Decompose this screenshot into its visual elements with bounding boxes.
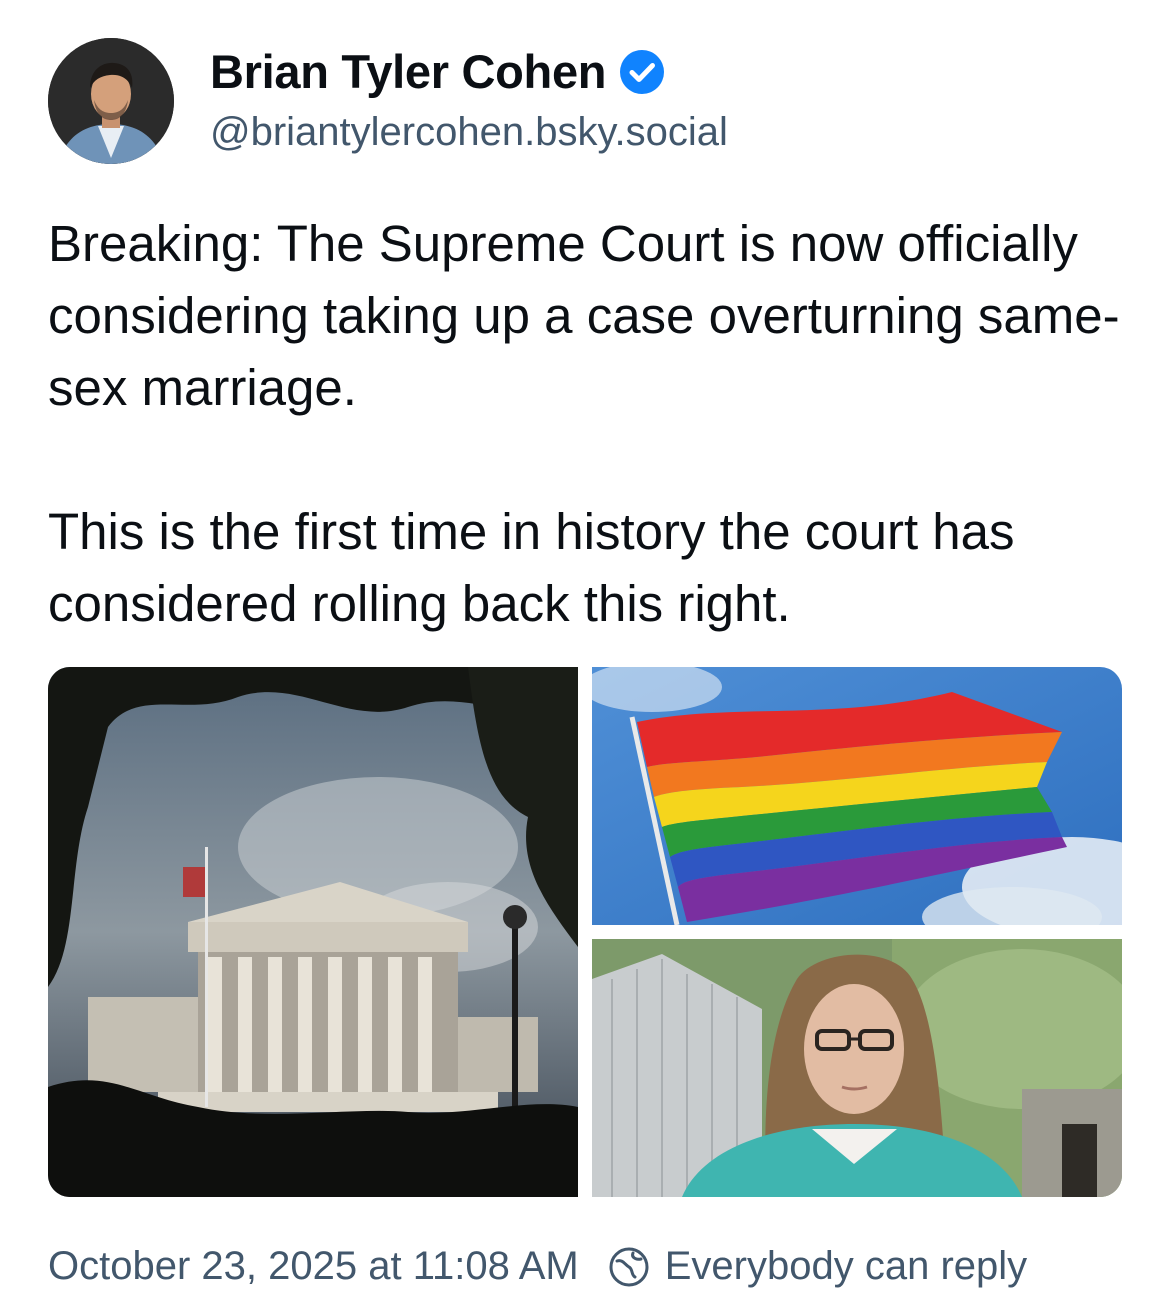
post-card: Brian Tyler Cohen @briantylercohen.bsky.…	[0, 0, 1170, 1309]
avatar[interactable]	[48, 38, 174, 164]
author-handle[interactable]: @briantylercohen.bsky.social	[210, 110, 728, 155]
post-timestamp[interactable]: October 23, 2025 at 11:08 AM	[48, 1244, 579, 1289]
author-name-text[interactable]: Brian Tyler Cohen	[210, 44, 607, 99]
post-footer: October 23, 2025 at 11:08 AM Everybody c…	[48, 1244, 1027, 1289]
image-gallery	[48, 667, 1122, 1197]
earth-icon	[607, 1245, 651, 1289]
verified-badge-icon	[618, 48, 666, 96]
image-supreme-court[interactable]	[48, 667, 578, 1197]
image-woman-portrait[interactable]	[592, 939, 1122, 1197]
image-rainbow-flag[interactable]	[592, 667, 1122, 925]
post-text: Breaking: The Supreme Court is now offic…	[48, 208, 1128, 640]
post-paragraph: This is the first time in history the co…	[48, 503, 1015, 632]
reply-setting[interactable]: Everybody can reply	[665, 1244, 1027, 1289]
author-name[interactable]: Brian Tyler Cohen	[210, 44, 666, 99]
post-paragraph: Breaking: The Supreme Court is now offic…	[48, 215, 1120, 416]
